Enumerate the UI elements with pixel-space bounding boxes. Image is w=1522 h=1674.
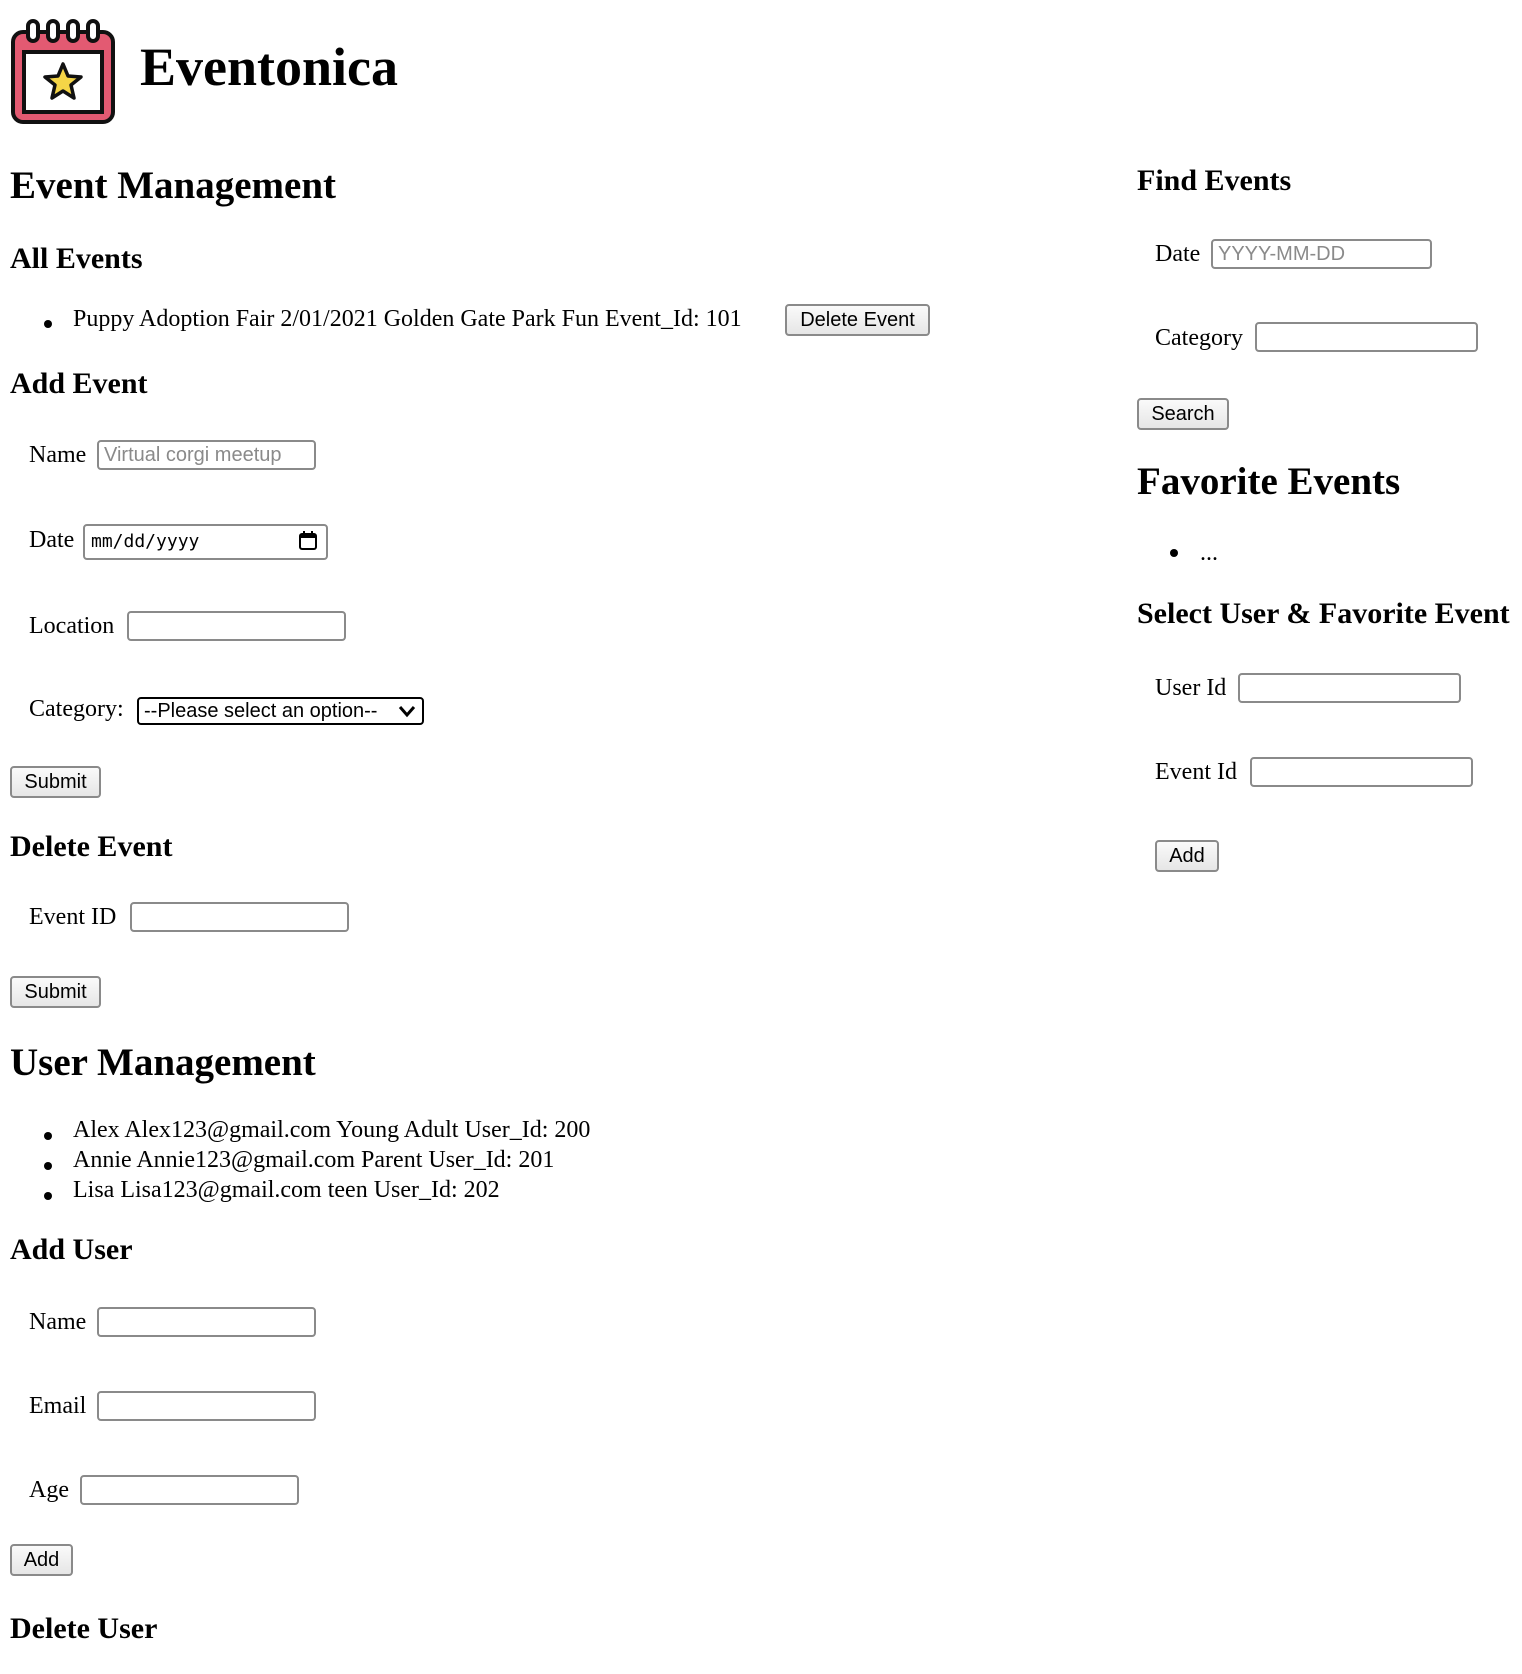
list-bullet bbox=[44, 1132, 52, 1140]
find-category-input[interactable] bbox=[1255, 322, 1478, 352]
event-date-input[interactable]: mm/dd/yyyy bbox=[83, 524, 328, 560]
event-name-label: Name bbox=[29, 442, 87, 468]
user-id-input[interactable] bbox=[1238, 673, 1461, 703]
delete-event-submit-button[interactable]: Submit bbox=[10, 976, 101, 1008]
event-id-label: Event Id bbox=[1155, 759, 1237, 785]
event-location-label: Location bbox=[29, 613, 115, 639]
user-name-input[interactable] bbox=[97, 1307, 316, 1337]
delete-event-button[interactable]: Delete Event bbox=[785, 304, 930, 336]
user-name-label: Name bbox=[29, 1309, 87, 1335]
event-name-input[interactable] bbox=[97, 440, 316, 470]
event-management-heading: Event Management bbox=[10, 164, 337, 207]
list-bullet bbox=[44, 320, 52, 328]
list-bullet bbox=[44, 1192, 52, 1200]
delete-event-id-input[interactable] bbox=[130, 902, 349, 932]
chevron-down-icon bbox=[398, 706, 416, 718]
user-age-input[interactable] bbox=[80, 1475, 299, 1505]
date-format-text: mm/dd/yyyy bbox=[91, 531, 200, 552]
user-list-item: Lisa Lisa123@gmail.com teen User_Id: 202 bbox=[73, 1177, 500, 1203]
find-category-label: Category bbox=[1155, 325, 1243, 351]
add-event-submit-button[interactable]: Submit bbox=[10, 766, 101, 798]
app-title: Eventonica bbox=[140, 37, 399, 97]
find-date-label: Date bbox=[1155, 241, 1201, 267]
delete-event-id-label: Event ID bbox=[29, 904, 117, 930]
delete-user-heading: Delete User bbox=[10, 1612, 158, 1645]
all-events-heading: All Events bbox=[10, 242, 143, 275]
event-date-label: Date bbox=[29, 527, 75, 553]
select-favorite-heading: Select User & Favorite Event bbox=[1137, 597, 1510, 630]
delete-event-heading: Delete Event bbox=[10, 830, 173, 863]
event-location-input[interactable] bbox=[127, 611, 346, 641]
search-button[interactable]: Search bbox=[1137, 398, 1229, 430]
add-favorite-button[interactable]: Add bbox=[1155, 840, 1219, 872]
event-category-label: Category: bbox=[29, 696, 124, 722]
find-events-heading: Find Events bbox=[1137, 164, 1292, 197]
user-email-input[interactable] bbox=[97, 1391, 316, 1421]
user-id-label: User Id bbox=[1155, 675, 1227, 701]
user-list-item: Annie Annie123@gmail.com Parent User_Id:… bbox=[73, 1147, 555, 1173]
user-email-label: Email bbox=[29, 1393, 87, 1419]
favorite-events-heading: Favorite Events bbox=[1137, 460, 1401, 503]
event-category-select[interactable]: --Please select an option-- bbox=[137, 697, 424, 725]
calendar-star-icon bbox=[11, 19, 115, 124]
event-list-item: Puppy Adoption Fair 2/01/2021 Golden Gat… bbox=[73, 306, 742, 332]
list-bullet bbox=[44, 1162, 52, 1170]
user-list-item: Alex Alex123@gmail.com Young Adult User_… bbox=[73, 1117, 591, 1143]
user-management-heading: User Management bbox=[10, 1041, 316, 1084]
add-user-heading: Add User bbox=[10, 1233, 133, 1266]
add-user-button[interactable]: Add bbox=[10, 1544, 73, 1576]
find-date-input[interactable] bbox=[1211, 239, 1432, 269]
add-event-heading: Add Event bbox=[10, 367, 148, 400]
favorite-event-item: ... bbox=[1200, 540, 1218, 566]
list-bullet bbox=[1170, 549, 1178, 557]
event-id-input[interactable] bbox=[1250, 757, 1473, 787]
user-age-label: Age bbox=[29, 1477, 69, 1503]
calendar-icon bbox=[299, 531, 317, 550]
category-selected-text: --Please select an option-- bbox=[144, 700, 378, 722]
